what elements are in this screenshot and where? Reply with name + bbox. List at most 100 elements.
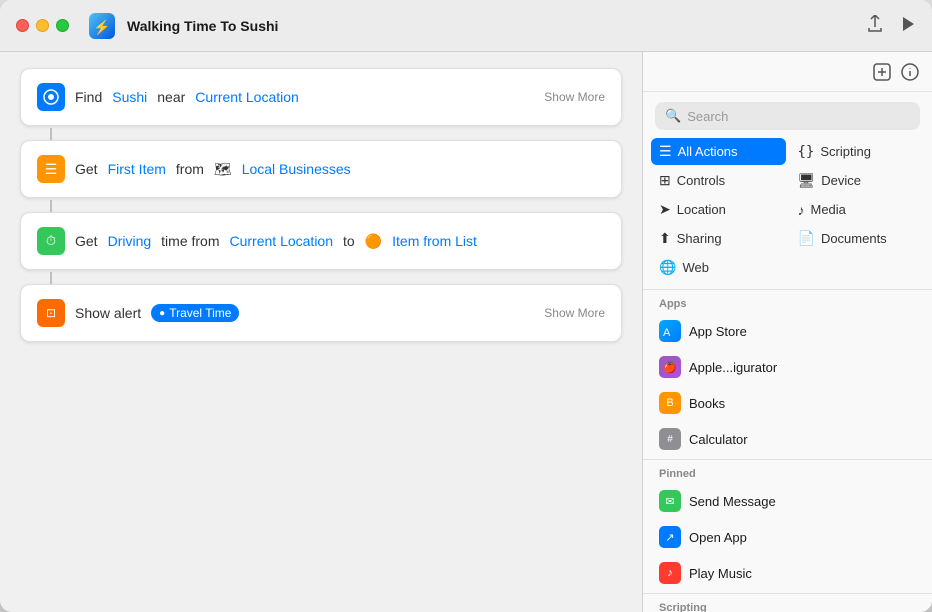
list-item-appstore[interactable]: A App Store xyxy=(643,313,932,349)
appstore-label: App Store xyxy=(689,324,747,339)
calculator-icon: # xyxy=(659,428,681,450)
calculator-label: Calculator xyxy=(689,432,748,447)
action-find-sushi[interactable]: Find Sushi near Current Location Show Mo… xyxy=(20,68,622,126)
apps-section-label: Apps xyxy=(643,292,932,313)
workflow-area: Find Sushi near Current Location Show Mo… xyxy=(0,52,642,612)
send-message-label: Send Message xyxy=(689,494,776,509)
list-item-open-app[interactable]: ↗ Open App xyxy=(643,519,932,555)
run-button[interactable] xyxy=(900,16,916,35)
travel-time-badge: ● Travel Time xyxy=(151,304,239,322)
scripting-icon: {} xyxy=(798,144,815,160)
traffic-lights xyxy=(16,19,69,32)
info-button[interactable] xyxy=(900,62,920,85)
books-label: Books xyxy=(689,396,725,411)
action-get-first-content: ☰ Get First Item from 🗺 Local Businesses xyxy=(37,155,351,183)
app-icon: ⚡ xyxy=(89,13,115,39)
window-title: Walking Time To Sushi xyxy=(127,18,854,34)
search-bar[interactable]: 🔍 Search xyxy=(655,102,920,130)
sharing-icon: ⬆ xyxy=(659,230,671,247)
all-actions-label: All Actions xyxy=(678,144,738,159)
media-icon: ♪ xyxy=(798,202,805,218)
search-placeholder[interactable]: Search xyxy=(687,109,728,124)
get-driving-action-icon: ⏱ xyxy=(37,227,65,255)
current-location-token[interactable]: Current Location xyxy=(195,89,299,105)
category-all-actions[interactable]: ☰ All Actions xyxy=(651,138,786,165)
list-item-books[interactable]: B Books xyxy=(643,385,932,421)
documents-label: Documents xyxy=(821,231,887,246)
local-businesses-token[interactable]: Local Businesses xyxy=(242,161,351,177)
list-item-play-music[interactable]: ♪ Play Music xyxy=(643,555,932,591)
media-label: Media xyxy=(811,202,846,217)
connector-1 xyxy=(50,128,52,140)
sidebar: 🔍 Search ☰ All Actions {} Scripting ⊞ Co… xyxy=(642,52,932,612)
list-item-calculator[interactable]: # Calculator xyxy=(643,421,932,457)
sidebar-scroll[interactable]: Apps A App Store 🍎 Apple...igurator B xyxy=(643,292,932,612)
alert-show-more[interactable]: Show More xyxy=(544,306,605,320)
titlebar: ⚡ Walking Time To Sushi xyxy=(0,0,932,52)
action-get-driving-content: ⏱ Get Driving time from Current Location… xyxy=(37,227,477,255)
scripting-label: Scripting xyxy=(820,144,871,159)
connector-2 xyxy=(50,200,52,212)
documents-icon: 📄 xyxy=(798,230,815,247)
apple-igurator-icon: 🍎 xyxy=(659,356,681,378)
from-prep-1: from xyxy=(176,161,204,177)
category-scripting[interactable]: {} Scripting xyxy=(790,138,925,165)
controls-icon: ⊞ xyxy=(659,172,671,189)
scripting-section-label: Scripting xyxy=(643,596,932,612)
share-button[interactable] xyxy=(866,15,884,36)
minimize-button[interactable] xyxy=(36,19,49,32)
send-message-icon: ✉ xyxy=(659,490,681,512)
main-content: Find Sushi near Current Location Show Mo… xyxy=(0,52,932,612)
category-web[interactable]: 🌐 Web xyxy=(651,254,786,281)
books-icon: B xyxy=(659,392,681,414)
action-get-driving[interactable]: ⏱ Get Driving time from Current Location… xyxy=(20,212,622,270)
category-device[interactable]: 🖥 Device xyxy=(790,167,925,194)
get-first-action-icon: ☰ xyxy=(37,155,65,183)
appstore-icon: A xyxy=(659,320,681,342)
find-show-more[interactable]: Show More xyxy=(544,90,605,104)
divider-3 xyxy=(643,593,932,594)
item-from-list-token[interactable]: Item from List xyxy=(392,233,477,249)
get-verb-1: Get xyxy=(75,161,98,177)
all-actions-icon: ☰ xyxy=(659,143,672,160)
show-alert-verb: Show alert xyxy=(75,305,141,321)
web-icon: 🌐 xyxy=(659,259,676,276)
first-item-token[interactable]: First Item xyxy=(108,161,166,177)
category-documents[interactable]: 📄 Documents xyxy=(790,225,925,252)
main-window: ⚡ Walking Time To Sushi xyxy=(0,0,932,612)
category-controls[interactable]: ⊞ Controls xyxy=(651,167,786,194)
item-from-list-icon: 🟠 xyxy=(365,233,382,250)
location-icon: ➤ xyxy=(659,201,671,218)
close-button[interactable] xyxy=(16,19,29,32)
sushi-token[interactable]: Sushi xyxy=(112,89,147,105)
apple-igurator-label: Apple...igurator xyxy=(689,360,777,375)
action-get-first[interactable]: ☰ Get First Item from 🗺 Local Businesses xyxy=(20,140,622,198)
list-item-send-message[interactable]: ✉ Send Message xyxy=(643,483,932,519)
show-alert-action-icon: ⊡ xyxy=(37,299,65,327)
to-prep: to xyxy=(343,233,355,249)
category-location[interactable]: ➤ Location xyxy=(651,196,786,223)
svg-text:A: A xyxy=(663,327,671,338)
category-media[interactable]: ♪ Media xyxy=(790,196,925,223)
near-prep: near xyxy=(157,89,185,105)
local-biz-icon: 🗺 xyxy=(214,161,232,178)
sidebar-header xyxy=(643,52,932,92)
svg-text:⚡: ⚡ xyxy=(93,19,110,36)
categories-grid: ☰ All Actions {} Scripting ⊞ Controls 🖥 … xyxy=(643,138,932,287)
device-label: Device xyxy=(821,173,861,188)
maximize-button[interactable] xyxy=(56,19,69,32)
action-find-content: Find Sushi near Current Location xyxy=(37,83,299,111)
category-sharing[interactable]: ⬆ Sharing xyxy=(651,225,786,252)
current-location2-token[interactable]: Current Location xyxy=(230,233,334,249)
sharing-label: Sharing xyxy=(677,231,722,246)
driving-token[interactable]: Driving xyxy=(108,233,152,249)
action-show-alert[interactable]: ⊡ Show alert ● Travel Time Show More xyxy=(20,284,622,342)
search-icon: 🔍 xyxy=(665,108,681,124)
add-action-button[interactable] xyxy=(872,62,892,85)
list-item-apple-igurator[interactable]: 🍎 Apple...igurator xyxy=(643,349,932,385)
titlebar-actions xyxy=(866,15,916,36)
connector-3 xyxy=(50,272,52,284)
controls-label: Controls xyxy=(677,173,725,188)
divider-2 xyxy=(643,459,932,460)
device-icon: 🖥 xyxy=(798,172,816,189)
